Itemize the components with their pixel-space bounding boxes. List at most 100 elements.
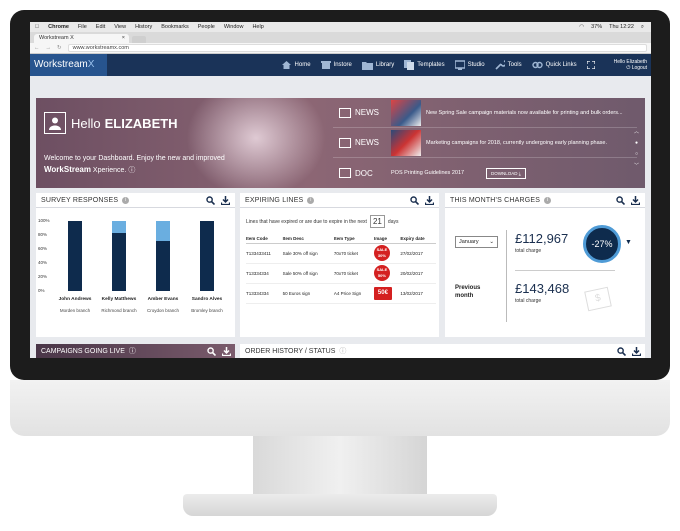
respondent-name: Amber Evans bbox=[147, 297, 179, 302]
reload-icon[interactable]: ↻ bbox=[57, 45, 62, 51]
nav-templates[interactable]: Templates bbox=[404, 60, 445, 70]
nav-studio[interactable]: Studio bbox=[454, 60, 485, 70]
carousel-dot[interactable]: ○ bbox=[635, 151, 638, 157]
expiry-filter: Lines that have expired or are due to ex… bbox=[246, 215, 398, 228]
user-menu[interactable]: Hello Elizabeth ⏻ Logout bbox=[614, 59, 647, 71]
news-item[interactable]: DOC POS Printing Guidelines 2017 DOWNLOA… bbox=[333, 158, 637, 188]
survey-bar[interactable] bbox=[156, 221, 170, 291]
search-icon[interactable] bbox=[617, 346, 626, 356]
survey-bar[interactable] bbox=[68, 221, 82, 291]
avatar[interactable] bbox=[44, 112, 66, 134]
info-icon[interactable]: ⓘ bbox=[128, 167, 135, 174]
axis-tick-label: 60% bbox=[38, 246, 48, 251]
news-thumbnail bbox=[391, 99, 421, 126]
menu-app-name[interactable]: Chrome bbox=[48, 24, 69, 30]
previous-label-line-2: month bbox=[455, 293, 474, 299]
info-icon[interactable]: i bbox=[307, 196, 315, 204]
download-icon[interactable] bbox=[222, 346, 231, 356]
menu-people[interactable]: People bbox=[198, 24, 215, 30]
survey-bar[interactable] bbox=[200, 221, 214, 291]
nav-studio-label: Studio bbox=[467, 62, 485, 68]
carousel-down-icon[interactable]: ﹀ bbox=[634, 162, 639, 169]
news-tag-label: NEWS bbox=[355, 108, 379, 117]
menu-window[interactable]: Window bbox=[224, 24, 244, 30]
search-icon[interactable] bbox=[410, 195, 419, 205]
table-row[interactable]: T133433411 Sale 30% off sign 70x70 ticke… bbox=[246, 243, 436, 264]
euro-sign-image[interactable]: 50€ bbox=[373, 286, 392, 300]
new-tab-button[interactable] bbox=[132, 36, 146, 43]
nav-tools[interactable]: Tools bbox=[495, 60, 522, 70]
wifi-icon[interactable]: ◠ bbox=[579, 24, 584, 31]
info-icon[interactable]: i bbox=[544, 196, 552, 204]
nav-home[interactable]: Home bbox=[281, 60, 311, 70]
battery-percent[interactable]: 37% bbox=[591, 24, 602, 31]
browser-tab[interactable]: Workstream X × bbox=[34, 34, 129, 43]
nav-quick-links[interactable]: Quick Links bbox=[531, 60, 577, 70]
column-header[interactable]: Item Desc bbox=[282, 234, 334, 244]
back-icon[interactable]: ← bbox=[34, 45, 40, 51]
monthly-charges-card: THIS MONTH'S CHARGES i January ⌄ Previous… bbox=[445, 193, 645, 337]
search-icon[interactable] bbox=[207, 346, 216, 356]
news-text: POS Printing Guidelines 2017 bbox=[391, 170, 465, 176]
download-icon[interactable] bbox=[631, 195, 640, 205]
os-menubar:  Chrome File Edit View History Bookmark… bbox=[30, 22, 651, 32]
month-select[interactable]: January ⌄ bbox=[455, 236, 498, 248]
forward-icon[interactable]: → bbox=[46, 45, 52, 51]
news-text: Marketing campaigns for 2018, currently … bbox=[426, 139, 607, 146]
column-header[interactable]: Expiry date bbox=[400, 234, 436, 244]
app-logo[interactable]: WorkstreamX bbox=[30, 54, 107, 76]
nav-instore[interactable]: Instore bbox=[320, 60, 352, 70]
wrench-icon bbox=[495, 60, 505, 70]
info-icon[interactable]: ⓘ bbox=[339, 346, 346, 356]
news-tag: DOC bbox=[333, 168, 391, 178]
column-header[interactable]: Item Type bbox=[333, 234, 374, 244]
carousel-up-icon[interactable]: ︿ bbox=[634, 128, 639, 135]
search-icon[interactable] bbox=[206, 195, 215, 205]
monitor-chin bbox=[10, 380, 670, 436]
survey-bar[interactable] bbox=[112, 221, 126, 291]
info-icon[interactable]: i bbox=[122, 196, 130, 204]
column-header[interactable]: Image bbox=[373, 234, 401, 244]
menu-view[interactable]: View bbox=[114, 24, 126, 30]
expiry-filter-text: Lines that have expired or are due to ex… bbox=[246, 218, 367, 225]
search-icon[interactable]: ⌕ bbox=[641, 24, 644, 31]
logout-link[interactable]: ⏻ Logout bbox=[614, 65, 647, 71]
news-feed: NEWS New Spring Sale campaign materials … bbox=[333, 98, 637, 188]
item-type: 70x70 ticket bbox=[333, 263, 374, 284]
column-header[interactable]: Item Code bbox=[246, 234, 283, 244]
nav-library[interactable]: Library bbox=[361, 61, 394, 70]
carousel-dot-active[interactable]: ● bbox=[635, 140, 638, 146]
screen:  Chrome File Edit View History Bookmark… bbox=[30, 22, 651, 358]
download-icon[interactable] bbox=[221, 195, 230, 205]
url-input[interactable]: www.workstreamx.com bbox=[67, 44, 647, 52]
menu-history[interactable]: History bbox=[135, 24, 152, 30]
expiry-date: 13/02/2017 bbox=[400, 283, 436, 304]
search-icon[interactable] bbox=[616, 195, 625, 205]
sale-50-image[interactable]: SALE 50% bbox=[373, 265, 390, 281]
expiry-date: 20/02/2017 bbox=[400, 263, 436, 284]
close-icon[interactable]: × bbox=[122, 34, 125, 43]
table-row[interactable]: T13334334 50 Euros sign A4 Price Sign 50… bbox=[246, 283, 436, 304]
download-button[interactable]: DOWNLOAD ⤓ bbox=[486, 167, 526, 179]
respondent-branch: Croydon branch bbox=[146, 308, 180, 313]
clock[interactable]: Thu 12:22 bbox=[609, 24, 634, 31]
download-icon[interactable] bbox=[425, 195, 434, 205]
download-icon[interactable] bbox=[632, 346, 641, 356]
item-desc: Sale 50% off sign bbox=[282, 263, 334, 284]
menu-file[interactable]: File bbox=[78, 24, 87, 30]
apple-icon[interactable]:  bbox=[35, 24, 39, 30]
table-row[interactable]: T13334334 Sale 50% off sign 70x70 ticket… bbox=[246, 263, 436, 284]
menu-edit[interactable]: Edit bbox=[96, 24, 105, 30]
info-icon[interactable]: ⓘ bbox=[129, 346, 136, 356]
menu-bookmarks[interactable]: Bookmarks bbox=[161, 24, 189, 30]
expiring-table: Item Code Item Desc Item Type Image Expi… bbox=[246, 234, 436, 304]
days-input[interactable]: 21 bbox=[369, 215, 385, 228]
sale-30-image[interactable]: SALE 30% bbox=[373, 245, 390, 261]
menu-help[interactable]: Help bbox=[252, 24, 263, 30]
news-item[interactable]: NEWS Marketing campaigns for 2018, curre… bbox=[333, 128, 637, 158]
fullscreen-button[interactable] bbox=[586, 61, 598, 69]
hello-text: Hello bbox=[71, 115, 101, 131]
previous-total: £143,468 bbox=[515, 281, 570, 296]
survey-card: SURVEY RESPONSES i 100% 80% 60% 40% 20% 0% Joh… bbox=[36, 193, 235, 337]
news-item[interactable]: NEWS New Spring Sale campaign materials … bbox=[333, 98, 637, 128]
